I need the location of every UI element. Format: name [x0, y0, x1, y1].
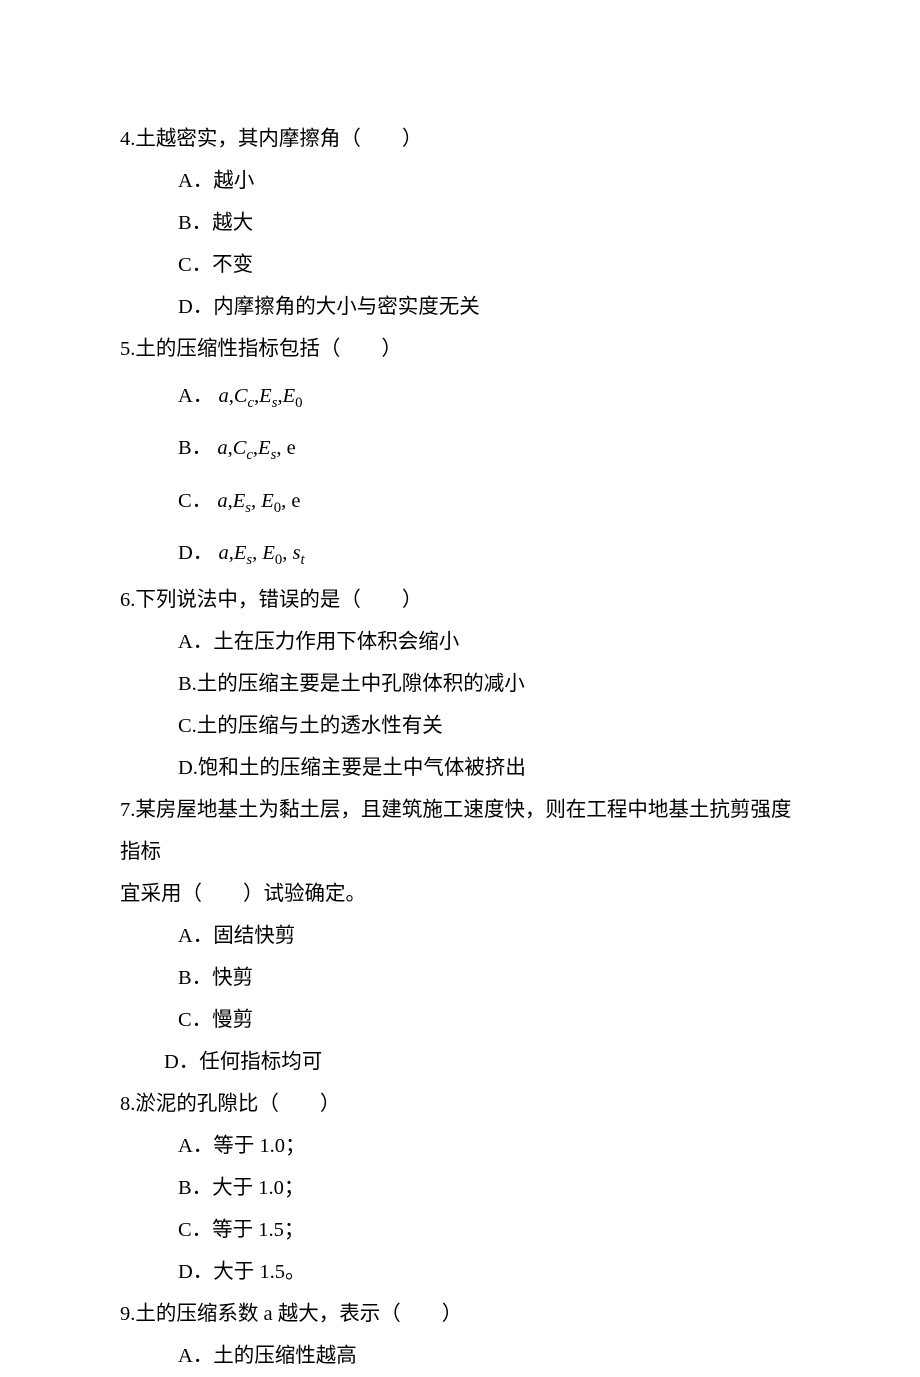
q8-option-d: D．大于 1.5。 — [120, 1251, 800, 1293]
q4-stem: 4.土越密实，其内摩擦角（ ） — [120, 118, 800, 160]
q6-option-d: D.饱和土的压缩主要是土中气体被挤出 — [120, 747, 800, 789]
q5-b-formula: a,Cc,Es, e — [217, 437, 295, 459]
q4-option-b: B．越大 — [120, 202, 800, 244]
q7-option-a: A．固结快剪 — [120, 915, 800, 957]
q6-stem: 6.下列说法中，错误的是（ ） — [120, 579, 800, 621]
q8-option-a: A．等于 1.0； — [120, 1125, 800, 1167]
q4-option-d: D．内摩擦角的大小与密实度无关 — [120, 286, 800, 328]
q7-stem-line1: 7.某房屋地基土为黏土层，且建筑施工速度快，则在工程中地基土抗剪强度指标 — [120, 789, 800, 873]
q5-a-prefix: A． — [178, 385, 213, 407]
q4-option-a: A．越小 — [120, 160, 800, 202]
q5-option-d: D． a,Es, E0, st — [120, 527, 800, 579]
q5-b-prefix: B． — [178, 437, 212, 459]
q7-option-b: B．快剪 — [120, 957, 800, 999]
q6-option-c: C.土的压缩与土的透水性有关 — [120, 705, 800, 747]
q9-option-a: A．土的压缩性越高 — [120, 1335, 800, 1377]
q5-a-formula: a,Cc,Es,E0 — [218, 385, 302, 407]
q4-option-c: C．不变 — [120, 244, 800, 286]
q8-stem: 8.淤泥的孔隙比（ ） — [120, 1083, 800, 1125]
q5-option-c: C． a,Es, E0, e — [120, 475, 800, 527]
q5-c-formula: a,Es, E0, e — [217, 490, 300, 512]
q6-option-b: B.土的压缩主要是土中孔隙体积的减小 — [120, 663, 800, 705]
q6-option-a: A．土在压力作用下体积会缩小 — [120, 621, 800, 663]
page-container: 4.土越密实，其内摩擦角（ ） A．越小 B．越大 C．不变 D．内摩擦角的大小… — [0, 0, 920, 1377]
q9-stem: 9.土的压缩系数 a 越大，表示（ ） — [120, 1293, 800, 1335]
q5-c-prefix: C． — [178, 490, 212, 512]
q5-option-a: A． a,Cc,Es,E0 — [120, 370, 800, 422]
q8-option-c: C．等于 1.5； — [120, 1209, 800, 1251]
q7-option-c: C．慢剪 — [120, 999, 800, 1041]
q5-d-prefix: D． — [178, 542, 213, 564]
q7-option-d: D．任何指标均可 — [120, 1041, 800, 1083]
q7-stem-line2: 宜采用（ ）试验确定。 — [120, 873, 800, 915]
q5-option-b: B． a,Cc,Es, e — [120, 422, 800, 474]
q8-option-b: B．大于 1.0； — [120, 1167, 800, 1209]
q5-stem: 5.土的压缩性指标包括（ ） — [120, 328, 800, 370]
q5-d-formula: a,Es, E0, st — [218, 542, 304, 564]
